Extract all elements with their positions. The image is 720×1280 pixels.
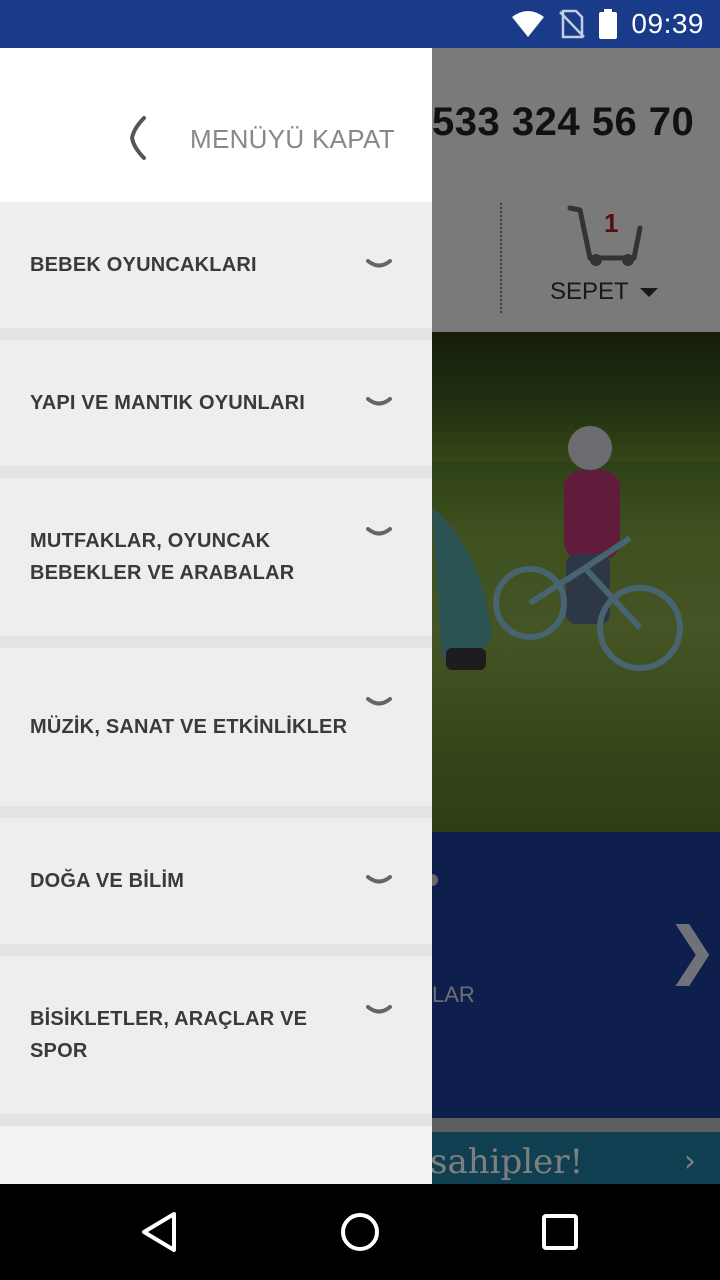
menu-item-bebek-oyuncaklari[interactable]: BEBEK OYUNCAKLARI: [0, 202, 432, 340]
menu-item-mutfaklar[interactable]: MUTFAKLAR, OYUNCAK BEBEKLER VE ARABALAR: [0, 478, 432, 648]
status-icons: 09:39: [511, 0, 704, 48]
chevron-down-icon[interactable]: [366, 696, 392, 710]
menu-item-label: MÜZİK, SANAT VE ETKİNLİKLER: [30, 716, 348, 738]
back-icon[interactable]: [136, 1208, 184, 1256]
menu-item-partial[interactable]: [0, 1126, 432, 1184]
menu-item-label: BEBEK OYUNCAKLARI: [30, 254, 257, 276]
wifi-icon: [512, 11, 545, 37]
no-sim-icon: [559, 9, 586, 39]
status-time: 09:39: [631, 8, 704, 39]
menu-item-bisikletler[interactable]: BİSİKLETLER, ARAÇLAR VE SPOR: [0, 956, 432, 1126]
chevron-left-icon: [129, 116, 146, 160]
menu-item-yapi-ve-mantik[interactable]: YAPI VE MANTIK OYUNLARI: [0, 340, 432, 478]
home-icon[interactable]: [336, 1208, 384, 1256]
menu-item-label: BİSİKLETLER, ARAÇLAR VE SPOR: [30, 1008, 308, 1062]
chevron-down-icon[interactable]: [366, 396, 392, 410]
menu-item-doga-ve-bilim[interactable]: DOĞA VE BİLİM: [0, 818, 432, 956]
system-navigation-bar: [0, 1184, 720, 1280]
chevron-down-icon[interactable]: [366, 1004, 392, 1018]
chevron-down-icon[interactable]: [366, 258, 392, 272]
chevron-down-icon[interactable]: [366, 526, 392, 540]
close-menu-label: MENÜYÜ KAPAT: [190, 124, 395, 154]
chevron-down-icon[interactable]: [366, 874, 392, 888]
navigation-drawer: MENÜYÜ KAPAT BEBEK OYUNCAKLARI YAPI VE M…: [0, 48, 432, 1184]
close-menu-button[interactable]: MENÜYÜ KAPAT: [0, 48, 432, 202]
battery-icon: [599, 9, 618, 39]
status-bar: 09:39: [0, 0, 720, 48]
recents-icon[interactable]: [536, 1208, 584, 1256]
menu-item-label: MUTFAKLAR, OYUNCAK BEBEKLER VE ARABALAR: [30, 530, 295, 584]
menu-item-muzik-sanat[interactable]: MÜZİK, SANAT VE ETKİNLİKLER: [0, 648, 432, 818]
menu-item-label: DOĞA VE BİLİM: [30, 870, 185, 892]
menu-item-label: YAPI VE MANTIK OYUNLARI: [30, 392, 306, 414]
